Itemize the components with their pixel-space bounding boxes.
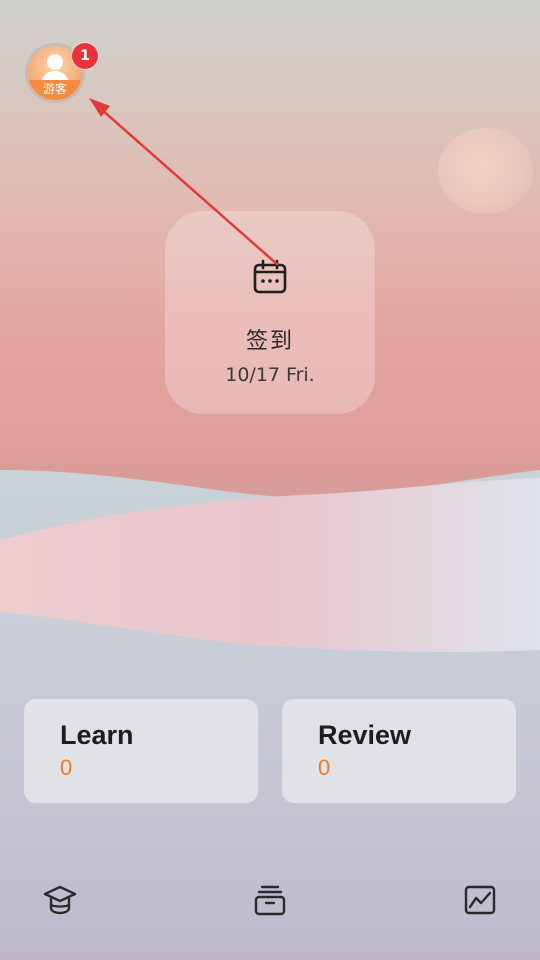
checkin-date: 10/17 Fri. (225, 364, 315, 386)
learn-count: 0 (60, 755, 73, 780)
guest-label: 游客 (28, 80, 82, 100)
line-chart-icon[interactable] (463, 883, 497, 917)
review-count: 0 (318, 755, 331, 780)
calendar-icon (253, 259, 287, 294)
review-title: Review (318, 720, 412, 750)
checkin-label: 签到 (245, 329, 294, 354)
learn-title: Learn (60, 720, 134, 750)
graduation-cap-icon[interactable] (43, 883, 77, 917)
review-card[interactable]: Review 0 (282, 699, 516, 803)
archive-icon[interactable] (253, 883, 287, 917)
checkin-card[interactable]: 签到 10/17 Fri. (165, 211, 375, 414)
notification-badge[interactable]: 1 (72, 43, 98, 69)
moon (438, 128, 533, 214)
learn-card[interactable]: Learn 0 (24, 699, 258, 803)
home-screen: 游客 1 签到 10/17 Fri. Learn 0 Review 0 (0, 0, 540, 960)
